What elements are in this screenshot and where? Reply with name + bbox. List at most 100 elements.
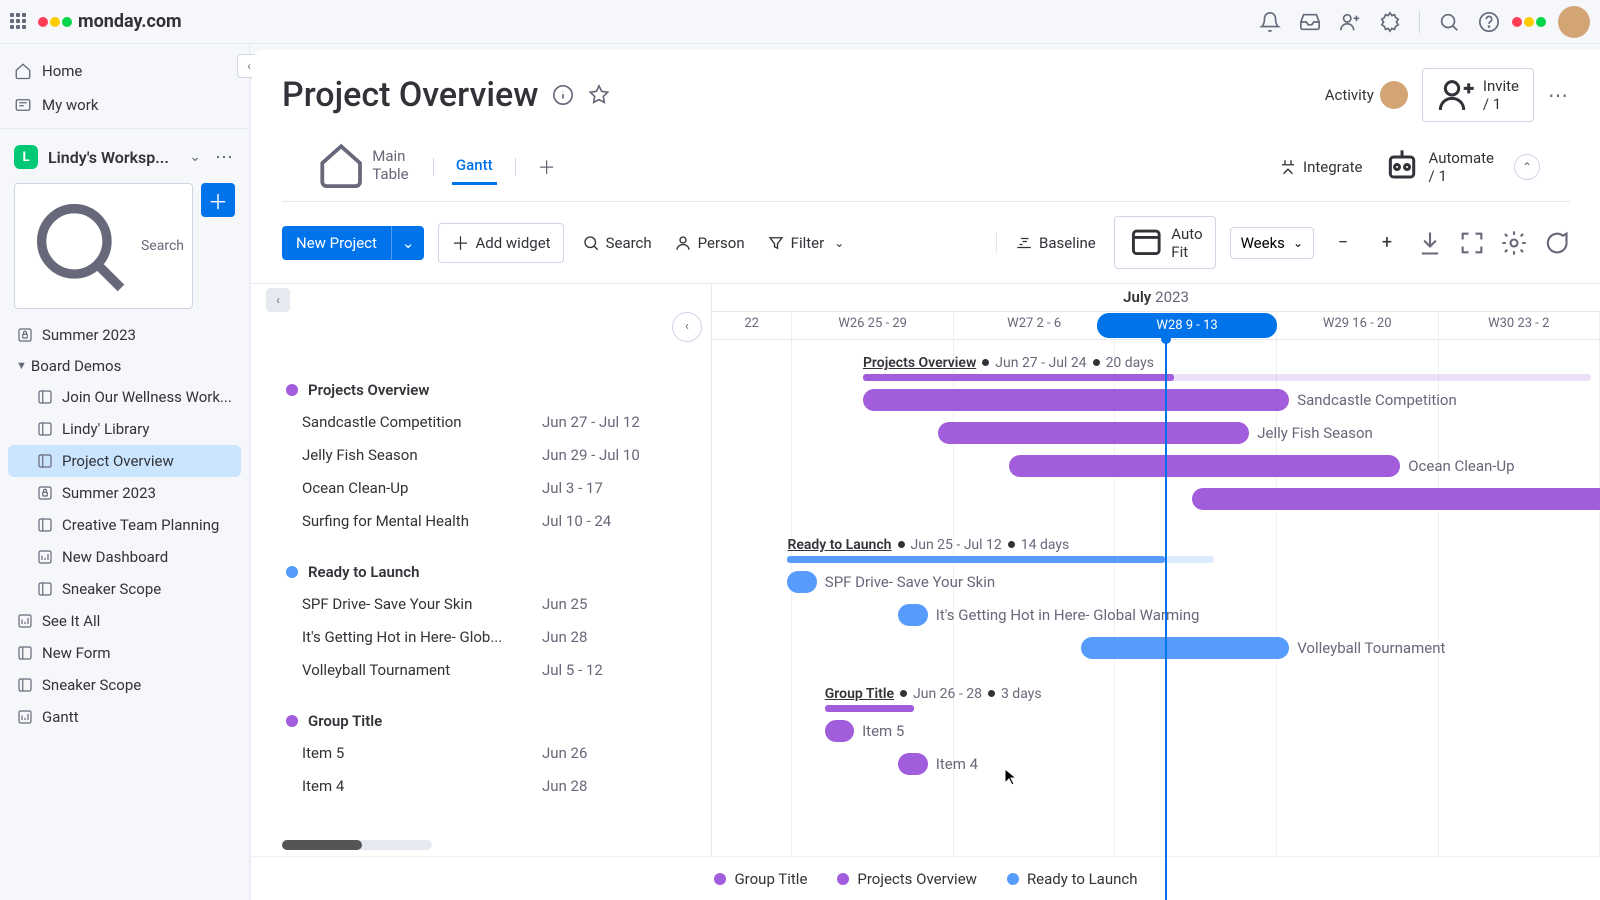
gantt-bar-row[interactable]: Ocean Clean-Up	[712, 450, 1600, 483]
brand-logo[interactable]: monday.com	[38, 11, 182, 32]
legend-item[interactable]: Ready to Launch	[1007, 870, 1138, 888]
gantt-bar-row[interactable]: SPF Drive- Save Your Skin	[712, 566, 1600, 599]
tab-gantt[interactable]: Gantt	[452, 148, 497, 185]
gantt-bar[interactable]	[863, 389, 1289, 411]
gantt-bar[interactable]	[825, 720, 854, 742]
autofit-button[interactable]: Auto Fit	[1114, 216, 1216, 269]
sidebar-item-summer[interactable]: Summer 2023	[8, 319, 241, 351]
task-row[interactable]: Jelly Fish SeasonJun 29 - Jul 10	[252, 439, 711, 472]
app-switcher-icon[interactable]	[10, 13, 28, 31]
sidebar-item[interactable]: See It All	[8, 605, 241, 637]
gantt-bar-row[interactable]: Sandcastle Competition	[712, 384, 1600, 417]
workspace-menu-button[interactable]: ⋯	[215, 147, 235, 168]
group-summary-bar[interactable]: Projects OverviewJun 27 - Jul 2420 days	[712, 352, 1600, 384]
gantt-bar[interactable]	[898, 753, 927, 775]
gantt-bar[interactable]	[938, 422, 1249, 444]
sidebar-item[interactable]: Creative Team Planning	[8, 509, 241, 541]
info-icon[interactable]	[552, 84, 574, 106]
sidebar-group-boarddemos[interactable]: ▼ Board Demos	[8, 351, 241, 381]
task-row[interactable]: Surfing for Mental HealthJul 10 - 24	[252, 505, 711, 538]
sidebar-item[interactable]: Gantt	[8, 701, 241, 733]
zoom-in-button[interactable]: +	[1372, 228, 1402, 258]
invite-members-icon[interactable]	[1339, 11, 1361, 33]
filter-button[interactable]: Filter ⌄	[763, 228, 849, 258]
gantt-chart[interactable]: July2023 22W26 25 - 29W27 2 - 6W29 16 - …	[712, 284, 1600, 900]
baseline-button[interactable]: Baseline	[1011, 228, 1100, 258]
toolbar-search-button[interactable]: Search	[578, 228, 656, 258]
tab-main-table[interactable]: Main Table	[312, 132, 415, 201]
group-summary-bar[interactable]: Group TitleJun 26 - 283 days	[712, 683, 1600, 715]
gantt-bar[interactable]	[1009, 455, 1400, 477]
sidebar-item[interactable]: Join Our Wellness Work...	[8, 381, 241, 413]
inbox-icon[interactable]	[1299, 11, 1321, 33]
workspace-selector[interactable]: L Lindy's Worksp... ⌄ ⋯	[0, 135, 249, 179]
help-icon[interactable]	[1478, 11, 1500, 33]
add-item-button[interactable]: ＋	[201, 183, 235, 217]
zoom-out-button[interactable]: −	[1328, 228, 1358, 258]
group-header[interactable]: Projects Overview	[252, 374, 711, 406]
apps-icon[interactable]	[1379, 11, 1401, 33]
chevron-down-icon[interactable]: ⌄	[391, 226, 425, 260]
search-icon[interactable]	[1438, 11, 1460, 33]
group-header[interactable]: Group Title	[252, 705, 711, 737]
automate-button[interactable]: Automate / 1	[1382, 147, 1494, 187]
gantt-bar-row[interactable]: It's Getting Hot in Here- Global Warming	[712, 599, 1600, 632]
summary-days: 3 days	[1001, 686, 1042, 702]
settings-button[interactable]	[1500, 229, 1528, 257]
activity-button[interactable]: Activity	[1325, 81, 1408, 109]
collapse-groups-button[interactable]: ‹	[266, 288, 290, 312]
sidebar-item[interactable]: New Form	[8, 637, 241, 669]
group-color-dot	[286, 384, 298, 396]
nav-mywork[interactable]: My work	[0, 88, 249, 122]
gantt-bar-row[interactable]: Volleyball Tournament	[712, 632, 1600, 665]
favorite-icon[interactable]	[588, 84, 610, 106]
group-color-dot	[286, 566, 298, 578]
group-summary-bar[interactable]: Ready to LaunchJun 25 - Jul 1214 days	[712, 534, 1600, 566]
timescale-select[interactable]: Weeks ⌄	[1230, 227, 1314, 259]
task-row[interactable]: It's Getting Hot in Here- Glob...Jun 28	[252, 621, 711, 654]
invite-button[interactable]: Invite / 1	[1422, 68, 1534, 122]
summary-dates: Jun 26 - 28	[913, 686, 982, 702]
sidebar-item[interactable]: Project Overview	[8, 445, 241, 477]
task-row[interactable]: Sandcastle CompetitionJun 27 - Jul 12	[252, 406, 711, 439]
add-view-button[interactable]: ＋	[534, 146, 560, 188]
export-button[interactable]	[1416, 229, 1444, 257]
scroll-left-button[interactable]: ‹	[672, 312, 702, 342]
legend-item[interactable]: Projects Overview	[837, 870, 977, 888]
group-header[interactable]: Ready to Launch	[252, 556, 711, 588]
gantt-bar[interactable]	[898, 604, 927, 626]
gantt-bar-row[interactable]: Item 4	[712, 748, 1600, 781]
gantt-bar[interactable]	[1081, 637, 1290, 659]
task-row[interactable]: Ocean Clean-UpJul 3 - 17	[252, 472, 711, 505]
task-row[interactable]: SPF Drive- Save Your SkinJun 25	[252, 588, 711, 621]
collapse-header-button[interactable]: ⌃	[1514, 154, 1540, 180]
comments-button[interactable]	[1542, 229, 1570, 257]
more-menu-button[interactable]: ⋯	[1548, 83, 1570, 107]
add-widget-button[interactable]: ＋ Add widget	[438, 223, 563, 263]
sidebar-item[interactable]: Sneaker Scope	[8, 669, 241, 701]
monday-logo-icon[interactable]	[1518, 11, 1540, 33]
sidebar-item[interactable]: Sneaker Scope	[8, 573, 241, 605]
fullscreen-button[interactable]	[1458, 229, 1486, 257]
task-row[interactable]: Volleyball TournamentJul 5 - 12	[252, 654, 711, 687]
sidebar-item[interactable]: New Dashboard	[8, 541, 241, 573]
new-item-button[interactable]: New Project ⌄	[282, 226, 424, 260]
sidebar-item[interactable]: Lindy' Library	[8, 413, 241, 445]
person-filter-button[interactable]: Person	[670, 228, 749, 258]
notifications-icon[interactable]	[1259, 11, 1281, 33]
gantt-bar-row[interactable]: Jelly Fish Season	[712, 417, 1600, 450]
legend-item[interactable]: Group Title	[714, 870, 807, 888]
integrate-button[interactable]: Integrate	[1279, 158, 1362, 176]
task-row[interactable]: Item 4Jun 28	[252, 770, 711, 803]
gantt-bar[interactable]	[787, 571, 816, 593]
gantt-bar[interactable]	[1192, 488, 1600, 510]
divider	[515, 158, 516, 176]
gantt-bar-row[interactable]: Item 5	[712, 715, 1600, 748]
task-row[interactable]: Item 5Jun 26	[252, 737, 711, 770]
sidebar-item[interactable]: Summer 2023	[8, 477, 241, 509]
user-avatar[interactable]	[1558, 6, 1590, 38]
horizontal-scrollbar[interactable]	[282, 840, 432, 850]
sidebar-search-input[interactable]: Search	[14, 183, 193, 309]
gantt-bar-row[interactable]: Surfing for Mental Health	[712, 483, 1600, 516]
nav-home[interactable]: Home	[0, 54, 249, 88]
